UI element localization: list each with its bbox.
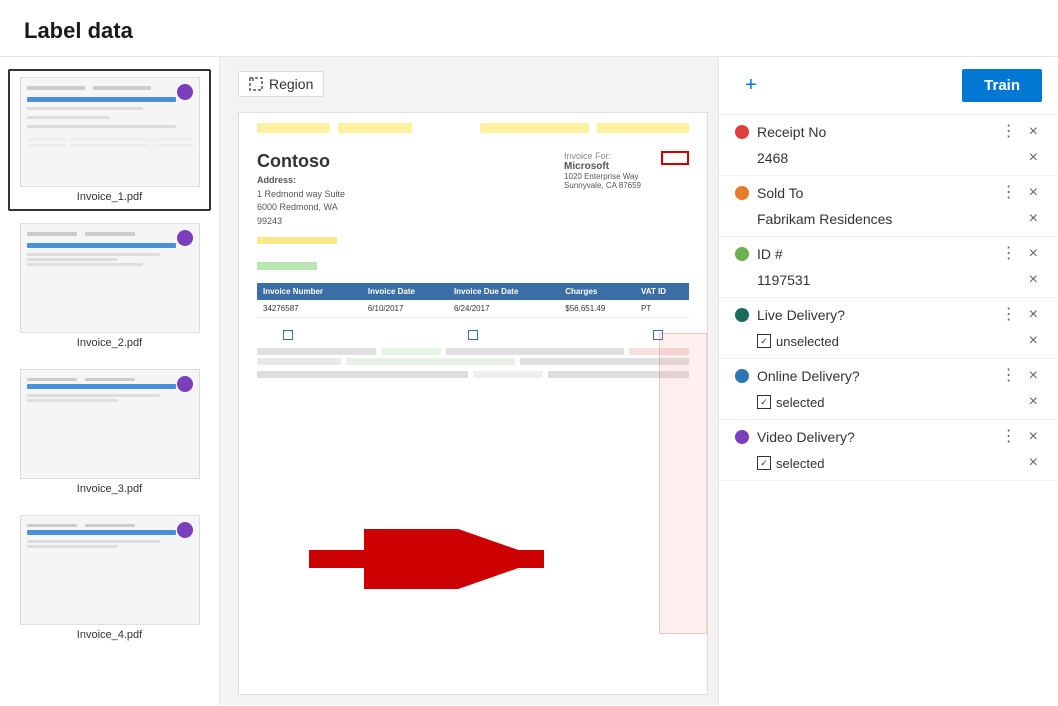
col-charges: Charges	[559, 283, 635, 300]
page-title: Label data	[0, 0, 1058, 57]
field-value-sold-to: Fabrikam Residences	[757, 211, 892, 227]
field-live-delivery: Live Delivery? ⋮ × ✓ unselected ×	[719, 298, 1058, 359]
col-invoice-number: Invoice Number	[257, 283, 362, 300]
add-field-button[interactable]: +	[735, 70, 767, 102]
sidebar-item-invoice3[interactable]: Invoice_3.pdf	[8, 361, 211, 503]
sidebar-item-invoice2[interactable]: Invoice_2.pdf	[8, 215, 211, 357]
doc-thumbnail-4	[20, 515, 200, 625]
close-value-video-delivery[interactable]: ×	[1025, 452, 1042, 474]
more-button-receipt-no[interactable]: ⋮	[997, 122, 1021, 142]
field-name-online-delivery: Online Delivery?	[757, 368, 860, 384]
close-button-online-delivery[interactable]: ×	[1025, 365, 1042, 387]
chk-icon-video-delivery: ✓	[757, 456, 771, 470]
close-button-id[interactable]: ×	[1025, 243, 1042, 265]
inv-lines-area	[239, 344, 707, 385]
invoice-for-company: Microsoft	[564, 161, 641, 172]
field-name-id: ID #	[757, 246, 783, 262]
cell-vat-id: PT	[635, 300, 689, 318]
field-name-live-delivery: Live Delivery?	[757, 307, 845, 323]
checkbox-2	[468, 330, 478, 340]
close-button-receipt-no[interactable]: ×	[1025, 121, 1042, 143]
close-value-live-delivery[interactable]: ×	[1025, 330, 1042, 352]
invoice-table: Invoice Number Invoice Date Invoice Due …	[257, 283, 689, 318]
doc-name-4: Invoice_4.pdf	[20, 629, 199, 641]
field-sold-to: Sold To ⋮ × Fabrikam Residences ×	[719, 176, 1058, 237]
field-dot-receipt-no	[735, 125, 749, 139]
invoice-for: Invoice For: Microsoft 1020 Enterprise W…	[564, 151, 641, 249]
col-vat-id: VAT ID	[635, 283, 689, 300]
invoice-header: Contoso Address: 1 Redmond way Suite 600…	[239, 137, 707, 257]
checkbox-val-online-delivery: ✓ selected	[757, 395, 824, 410]
canvas-area: Region Contoso Address: 1 Redmond way Su…	[220, 57, 718, 705]
red-selection-box	[661, 151, 689, 165]
field-name-video-delivery: Video Delivery?	[757, 429, 855, 445]
invoice-preview: Contoso Address: 1 Redmond way Suite 600…	[238, 112, 708, 695]
chk-icon-live-delivery: ✓	[757, 334, 771, 348]
cell-invoice-date: 6/10/2017	[362, 300, 448, 318]
sidebar-item-invoice4[interactable]: Invoice_4.pdf	[8, 507, 211, 649]
col-invoice-date: Invoice Date	[362, 283, 448, 300]
close-value-id[interactable]: ×	[1025, 269, 1042, 291]
more-button-live-delivery[interactable]: ⋮	[997, 305, 1021, 325]
company-address: Address: 1 Redmond way Suite 6000 Redmon…	[257, 174, 345, 228]
checkbox-1	[283, 330, 293, 340]
right-panel: + Train Receipt No ⋮ × 2468 ×	[718, 57, 1058, 705]
more-button-video-delivery[interactable]: ⋮	[997, 427, 1021, 447]
doc-thumbnail-1	[20, 77, 200, 187]
field-video-delivery: Video Delivery? ⋮ × ✓ selected ×	[719, 420, 1058, 481]
field-dot-video-delivery	[735, 430, 749, 444]
field-id-hash: ID # ⋮ × 1197531 ×	[719, 237, 1058, 298]
doc-thumbnail-2	[20, 223, 200, 333]
region-toolbar[interactable]: Region	[238, 71, 324, 97]
close-button-sold-to[interactable]: ×	[1025, 182, 1042, 204]
cell-charges: $56,651.49	[559, 300, 635, 318]
doc-thumbnail-3	[20, 369, 200, 479]
field-online-delivery: Online Delivery? ⋮ × ✓ selected ×	[719, 359, 1058, 420]
chk-icon-online-delivery: ✓	[757, 395, 771, 409]
field-name-receipt-no: Receipt No	[757, 124, 826, 140]
field-value-id: 1197531	[757, 272, 810, 288]
train-button[interactable]: Train	[962, 69, 1042, 102]
red-arrow	[289, 529, 569, 594]
checkbox-val-live-delivery: ✓ unselected	[757, 334, 839, 349]
field-name-sold-to: Sold To	[757, 185, 803, 201]
doc-name-3: Invoice_3.pdf	[20, 483, 199, 495]
close-value-sold-to[interactable]: ×	[1025, 208, 1042, 230]
close-value-online-delivery[interactable]: ×	[1025, 391, 1042, 413]
region-label: Region	[269, 76, 313, 92]
col-due-date: Invoice Due Date	[448, 283, 559, 300]
field-value-receipt-no: 2468	[757, 150, 788, 166]
field-receipt-no: Receipt No ⋮ × 2468 ×	[719, 115, 1058, 176]
invoice-for-label: Invoice For:	[564, 151, 611, 161]
sidebar: Invoice_1.pdf Invoice_2.pdf	[0, 57, 220, 705]
highlighted-region	[659, 333, 707, 634]
close-button-video-delivery[interactable]: ×	[1025, 426, 1042, 448]
more-button-id[interactable]: ⋮	[997, 244, 1021, 264]
sidebar-item-invoice1[interactable]: Invoice_1.pdf	[8, 69, 211, 211]
close-button-live-delivery[interactable]: ×	[1025, 304, 1042, 326]
region-icon	[249, 77, 263, 91]
cell-invoice-number: 34276587	[257, 300, 362, 318]
more-button-sold-to[interactable]: ⋮	[997, 183, 1021, 203]
field-dot-id	[735, 247, 749, 261]
cell-due-date: 6/24/2017	[448, 300, 559, 318]
invoice-for-address: 1020 Enterprise WaySunnyvale, CA 87659	[564, 172, 641, 190]
company-name: Contoso	[257, 151, 345, 172]
field-dot-live-delivery	[735, 308, 749, 322]
checkbox-val-video-delivery: ✓ selected	[757, 456, 824, 471]
field-dot-sold-to	[735, 186, 749, 200]
doc-name-1: Invoice_1.pdf	[20, 191, 199, 203]
field-dot-online-delivery	[735, 369, 749, 383]
doc-name-2: Invoice_2.pdf	[20, 337, 199, 349]
close-value-receipt-no[interactable]: ×	[1025, 147, 1042, 169]
more-button-online-delivery[interactable]: ⋮	[997, 366, 1021, 386]
